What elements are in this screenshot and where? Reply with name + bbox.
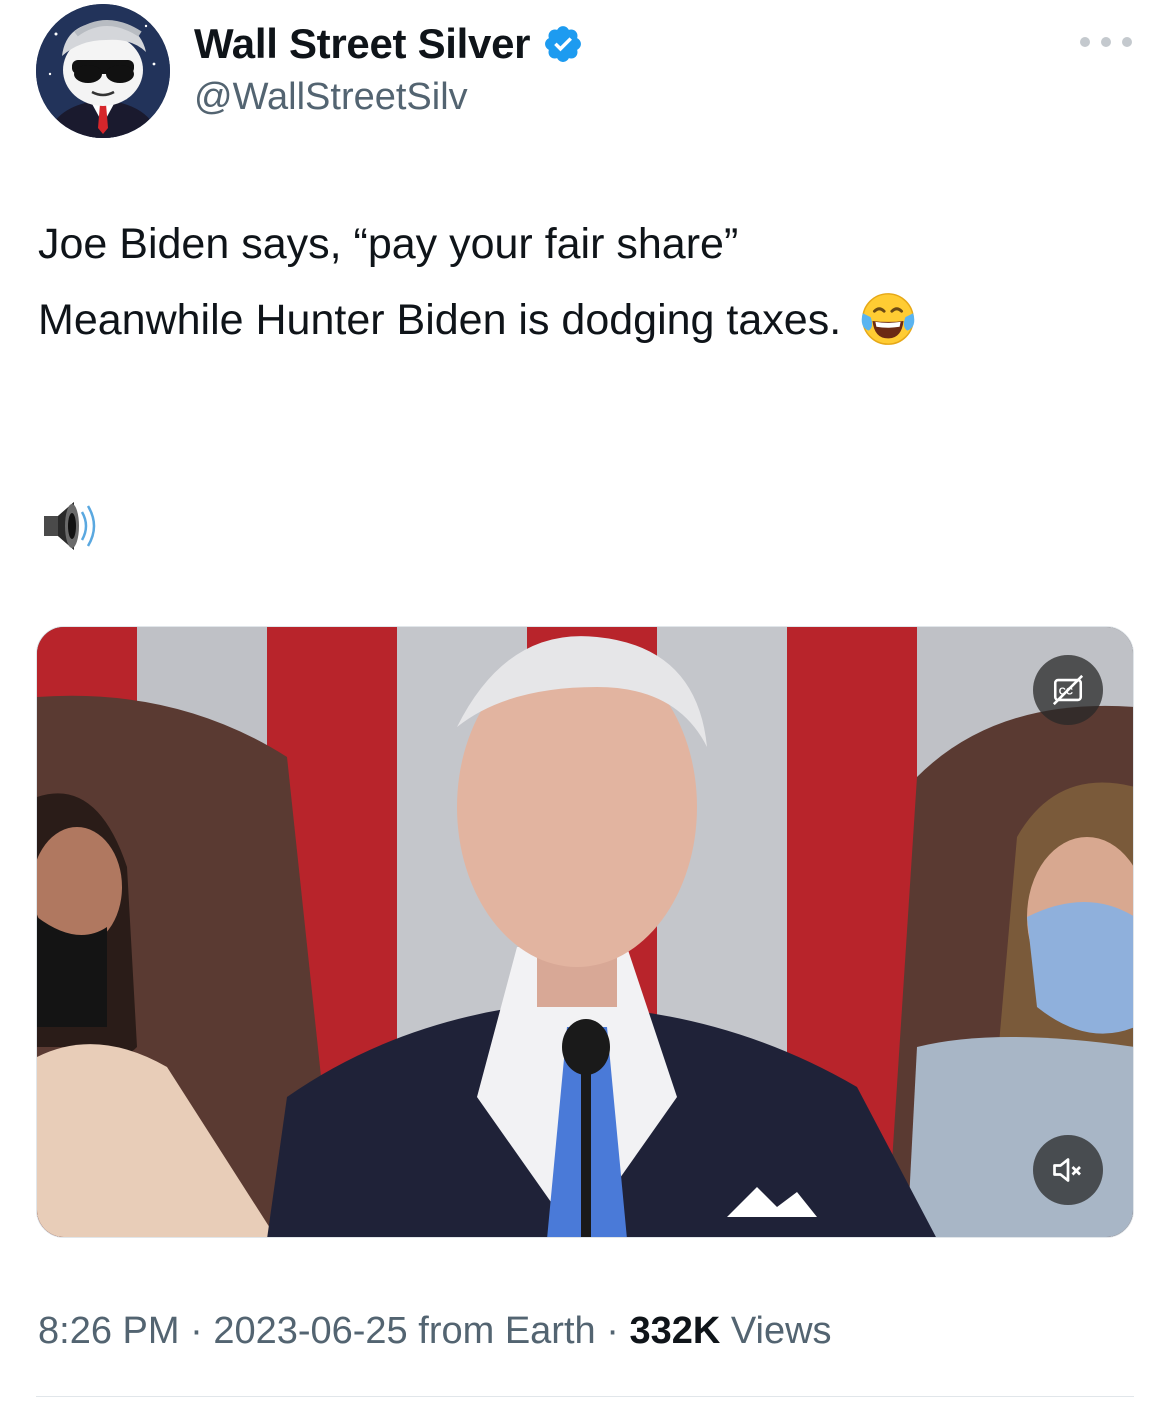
tweet-date[interactable]: 2023-06-25 (213, 1310, 407, 1352)
author-name-row: Wall Street Silver (194, 16, 584, 72)
dot (1080, 37, 1090, 47)
views-label: Views (720, 1310, 832, 1352)
tweet-time[interactable]: 8:26 PM (38, 1310, 180, 1352)
face-with-tears-of-joy-icon (861, 292, 915, 345)
author-display-name[interactable]: Wall Street Silver (194, 20, 530, 68)
speaker-high-volume-icon (44, 502, 96, 550)
dot (1122, 37, 1132, 47)
speaker-muted-icon (1053, 1158, 1081, 1182)
closed-captions-off-icon: CC (1052, 674, 1084, 706)
ellipsis-icon[interactable] (1080, 30, 1132, 54)
tweet-line-1: Joe Biden says, “pay your fair share” (38, 220, 739, 268)
mute-toggle-button[interactable] (1033, 1135, 1103, 1205)
closed-captions-button[interactable]: CC (1033, 655, 1103, 725)
divider (36, 1396, 1134, 1397)
author-avatar[interactable] (36, 4, 170, 138)
dot (1101, 37, 1111, 47)
tweet-text: Joe Biden says, “pay your fair share” Me… (38, 212, 1138, 352)
tweet-video[interactable]: CC (36, 626, 1134, 1238)
verified-badge-icon (545, 26, 582, 62)
tweet-line-2-text: Meanwhile Hunter Biden is dodging taxes. (38, 296, 842, 344)
meta-separator: · (595, 1310, 630, 1352)
author-handle[interactable]: @WallStreetSilv (194, 76, 468, 119)
video-frame (37, 627, 1133, 1237)
views-count[interactable]: 332K (629, 1310, 720, 1352)
cartoon-man-sunglasses-avatar-icon (36, 4, 170, 138)
tweet-meta: 8:26 PM · 2023-06-25 from Earth · 332K V… (38, 1310, 832, 1353)
meta-separator: · (179, 1310, 214, 1352)
tweet-line-2: Meanwhile Hunter Biden is dodging taxes. (38, 288, 1138, 352)
tweet-source: from Earth (407, 1310, 596, 1352)
